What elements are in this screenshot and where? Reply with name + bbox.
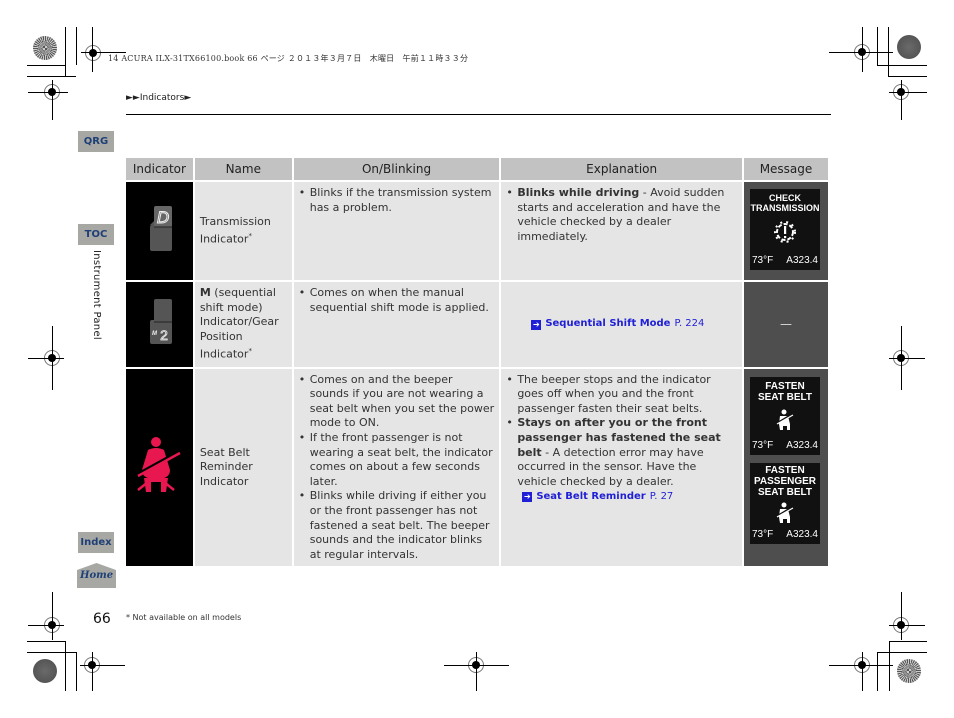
m2-gear-position-icon: M 2 (150, 299, 173, 345)
indicator-cell: D (126, 182, 193, 280)
on-blinking-item: Comes on when the manual sequential shif… (299, 286, 495, 315)
name-cell: Seat Belt Reminder Indicator (194, 368, 292, 567)
link-arrow-icon: ➔ (531, 319, 542, 330)
home-label: Home (80, 570, 114, 581)
message-display: FASTEN PASSENGER SEAT BELT 73°F A323.4 (749, 462, 820, 544)
odometer: A323.4 (786, 529, 818, 541)
explanation-cell: Blinks while driving - Avoid sudden star… (501, 182, 742, 280)
sequential-shift-mode-link[interactable]: ➔ Sequential Shift Mode P. 224 (531, 317, 704, 332)
breadcrumb-arrow-icon: ► (184, 93, 192, 103)
indicator-cell (126, 368, 193, 567)
on-blinking-cell: Blinks if the transmission system has a … (293, 182, 500, 280)
header-explanation: Explanation (501, 158, 742, 180)
on-blinking-item: If the front passenger is not wearing a … (299, 431, 495, 489)
header-rule (126, 114, 831, 115)
breadcrumb[interactable]: ►►Indicators► (126, 93, 191, 103)
index-tab[interactable]: Index (78, 532, 114, 553)
on-blinking-cell: Comes on when the manual sequential shif… (293, 282, 500, 367)
indicator-name-bold: M (199, 286, 211, 299)
table-header-row: Indicator Name On/Blinking Explanation M… (126, 158, 828, 180)
toc-tab[interactable]: TOC (78, 224, 114, 245)
seat-belt-reminder-icon (137, 437, 182, 493)
name-cell: Transmission Indicator* (194, 182, 292, 280)
temperature: 73°F (751, 255, 774, 267)
gear-warning-icon (773, 221, 796, 243)
indicator-name: Seat Belt Reminder Indicator (199, 445, 253, 488)
home-button[interactable]: Home (77, 563, 116, 588)
transmission-d-icon: D (150, 205, 173, 251)
temperature: 73°F (751, 440, 774, 452)
link-arrow-icon: ➔ (522, 492, 533, 503)
odometer: A323.4 (786, 440, 818, 452)
on-blinking-item: Comes on and the beeper sounds if you ar… (299, 373, 495, 431)
odometer: A323.4 (786, 255, 818, 267)
on-blinking-cell: Comes on and the beeper sounds if you ar… (293, 368, 500, 567)
registration-target-icon (33, 659, 57, 683)
seat-belt-icon (776, 409, 794, 430)
name-cell: M (sequential shift mode) Indicator/Gear… (194, 282, 292, 367)
svg-text:D: D (157, 208, 169, 227)
header-on-blinking: On/Blinking (293, 158, 500, 180)
breadcrumb-section[interactable]: Indicators (140, 93, 184, 103)
message-display: FASTEN SEAT BELT 73°F A323.4 (749, 376, 820, 455)
explanation-cell: ➔ Sequential Shift Mode P. 224 (501, 282, 742, 367)
message-cell: FASTEN SEAT BELT 73°F A323.4 FASTEN PASSE… (743, 368, 828, 567)
header-name: Name (194, 158, 292, 180)
registration-mark-icon (85, 45, 101, 61)
no-message-dash: — (779, 317, 792, 332)
explanation-item: Stays on after you or the front passenge… (506, 416, 737, 489)
registration-target-icon (33, 36, 57, 60)
indicator-cell: M 2 (126, 282, 193, 367)
registration-target-icon (897, 659, 921, 683)
explanation-item: Blinks while driving - Avoid sudden star… (506, 186, 737, 244)
registration-target-icon (897, 35, 921, 59)
table-row: Seat Belt Reminder Indicator Comes on an… (126, 368, 828, 567)
header-indicator: Indicator (126, 158, 193, 180)
indicator-name: (sequential shift mode) Indicator/Gear P… (199, 286, 279, 362)
print-header: 14 ACURA ILX-31TX66100.book 66 ページ ２０１３年… (108, 54, 469, 63)
message-display: CHECK TRANSMISSION 73°F A323.4 (749, 189, 820, 270)
on-blinking-item: Blinks if the transmission system has a … (299, 186, 495, 215)
explanation-item: The beeper stops and the indicator goes … (506, 373, 737, 417)
indicators-table: Indicator Name On/Blinking Explanation M… (124, 156, 830, 568)
table-row: D Transmission Indicator* Blinks if the … (126, 182, 828, 280)
indicator-name: Transmission Indicator (199, 214, 271, 246)
seat-belt-reminder-link[interactable]: ➔ Seat Belt Reminder P. 27 (522, 490, 673, 505)
on-blinking-item: Blinks while driving if either you or th… (299, 489, 495, 562)
chapter-label: Instrument Panel (91, 250, 102, 340)
table-row: M 2 M (sequential shift mode) Indicator/… (126, 282, 828, 367)
footnote: * Not available on all models (126, 613, 242, 622)
qrg-tab[interactable]: QRG (78, 131, 114, 152)
message-cell: CHECK TRANSMISSION 73°F A323.4 (743, 182, 828, 280)
page-number: 66 (93, 611, 111, 627)
availability-mark: * (248, 232, 252, 241)
seat-belt-icon (776, 502, 794, 523)
message-cell: — (743, 282, 828, 367)
svg-text:2: 2 (161, 327, 169, 343)
breadcrumb-arrows-icon: ►► (126, 93, 140, 103)
header-message: Message (743, 158, 828, 180)
availability-mark: * (248, 347, 252, 356)
temperature: 73°F (751, 529, 774, 541)
explanation-cell: The beeper stops and the indicator goes … (501, 368, 742, 567)
